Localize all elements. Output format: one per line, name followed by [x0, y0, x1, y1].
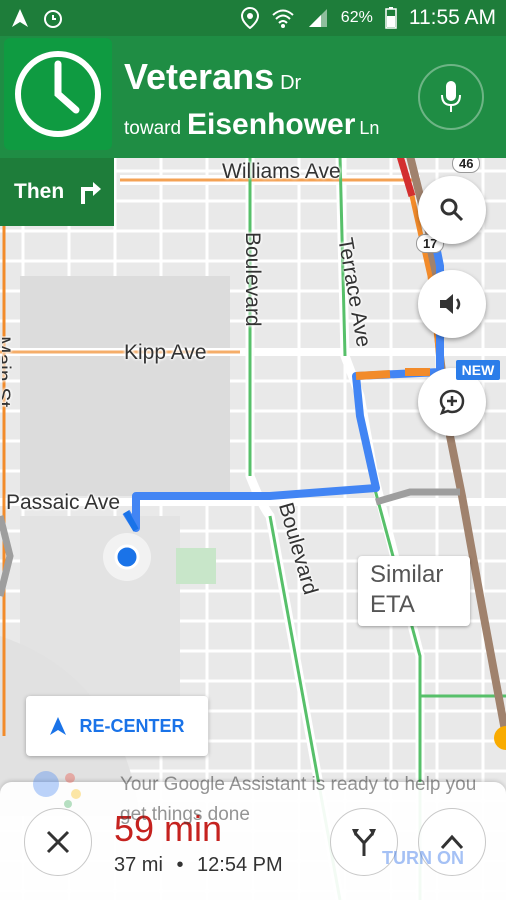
navigation-arrow-icon — [50, 717, 67, 735]
then-instruction: Then — [0, 158, 114, 226]
close-icon — [46, 830, 70, 854]
street-label-kipp: Kipp Ave — [124, 341, 207, 364]
street-label-williams: Williams Ave — [222, 160, 341, 183]
trip-separator: • — [176, 854, 184, 876]
new-badge: NEW — [456, 360, 500, 380]
battery-icon — [385, 7, 397, 29]
toward-label: toward — [124, 118, 182, 139]
current-street: Veterans Dr — [124, 56, 301, 98]
route-split-icon — [352, 829, 376, 856]
maneuver-tile — [4, 38, 112, 150]
navigation-header[interactable]: Veterans Dr toward Eisenhower Ln — [0, 36, 506, 158]
navigation-icon — [12, 9, 28, 27]
sound-button[interactable] — [418, 270, 486, 338]
search-button[interactable] — [418, 176, 486, 244]
trip-arrival: 12:54 PM — [197, 854, 283, 876]
add-report-icon — [439, 389, 465, 416]
microphone-icon — [441, 81, 461, 112]
trip-details: 37 mi • 12:54 PM — [114, 854, 283, 877]
toward-street-name: Eisenhower — [187, 108, 356, 141]
eta-bubble-line-2: ETA — [370, 591, 415, 618]
battery-percent: 62% — [340, 9, 373, 26]
turn-right-icon — [81, 182, 102, 204]
recenter-button[interactable]: RE-CENTER — [26, 696, 208, 756]
assistant-turn-on-button[interactable]: TURN ON — [382, 848, 464, 869]
assistant-message: Your Google Assistant is ready to help y… — [120, 774, 477, 825]
google-assistant-icon — [33, 771, 81, 808]
exit-navigation-button[interactable] — [24, 808, 92, 876]
then-label: Then — [14, 180, 65, 203]
search-icon — [440, 198, 464, 222]
sound-icon — [440, 294, 461, 314]
toward-street-suffix: Ln — [359, 118, 380, 138]
status-time: 11:55 AM — [408, 6, 496, 29]
status-bar: 62% 11:55 AM — [0, 0, 506, 36]
street-label-boulevard-north: Boulevard — [241, 232, 264, 327]
alarm-clock-icon — [44, 10, 62, 28]
clock-icon — [15, 51, 101, 137]
signal-icon — [308, 9, 327, 27]
eta-bubble-line-1: Similar — [370, 561, 444, 588]
street-label-passaic: Passaic Ave — [6, 491, 121, 514]
trip-distance: 37 mi — [114, 854, 163, 876]
wifi-icon — [272, 9, 294, 28]
current-street-suffix: Dr — [280, 72, 302, 94]
toward-street: toward Eisenhower Ln — [124, 108, 379, 142]
alternate-route-eta-bubble[interactable]: Similar ETA — [358, 556, 470, 626]
recenter-label: RE-CENTER — [79, 715, 185, 736]
street-label-main: Main St — [0, 336, 14, 408]
location-pin-icon — [240, 7, 259, 29]
voice-button[interactable] — [418, 64, 484, 130]
current-street-name: Veterans — [124, 56, 275, 97]
